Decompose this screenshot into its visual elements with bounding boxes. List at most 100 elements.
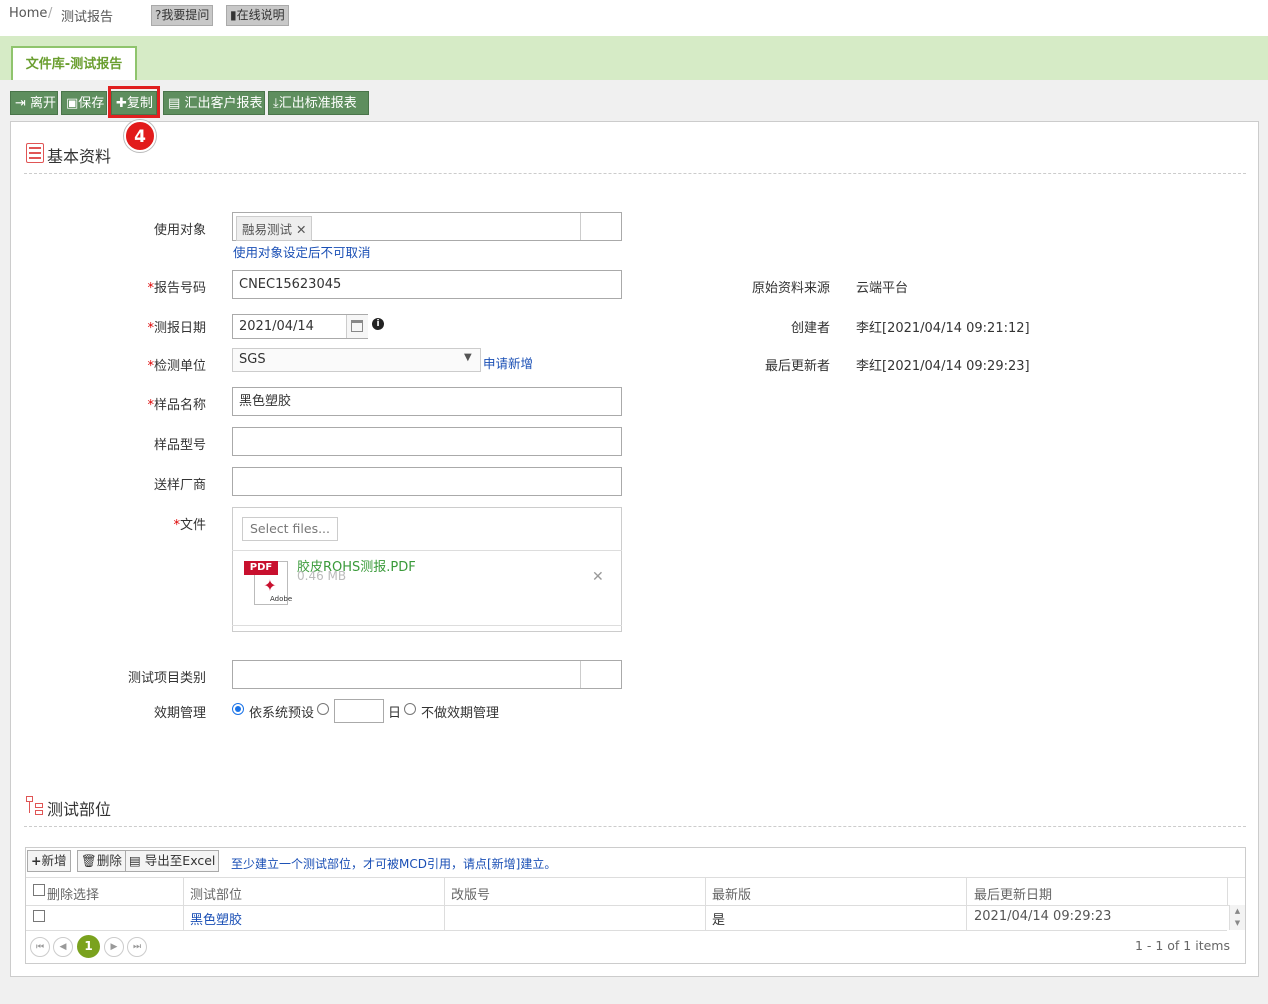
prev-page-icon[interactable]: ◀ — [53, 937, 73, 957]
next-page-icon[interactable]: ▶ — [104, 937, 124, 957]
test-category-multiselect[interactable] — [232, 660, 622, 689]
validity-days-unit: 日 — [388, 706, 402, 721]
col-delete-select[interactable]: 删除选择 — [47, 884, 99, 903]
validity-days-input[interactable] — [334, 699, 384, 723]
save-button[interactable]: ▣保存 — [61, 91, 107, 115]
pdf-badge: PDF — [244, 561, 278, 575]
target-label: 使用对象 — [153, 223, 206, 238]
source-label: 原始资料来源 — [751, 281, 830, 296]
tree-icon — [26, 796, 44, 816]
creator-value: 李红[2021/04/14 09:21:12] — [856, 321, 1030, 336]
section-divider — [24, 173, 1246, 174]
leave-button[interactable]: ⇥ 离开 — [10, 91, 58, 115]
lab-select[interactable]: SGS — [232, 348, 481, 372]
report-no-label: *报告号码 — [147, 281, 206, 296]
select-all-checkbox[interactable] — [33, 884, 45, 896]
online-manual-button[interactable]: ▮在线说明 — [226, 5, 289, 26]
target-hint: 使用对象设定后不可取消 — [233, 245, 371, 260]
trash-icon: 🗑 — [81, 853, 97, 868]
ask-question-label: ?我要提问 — [155, 8, 210, 22]
updater-value: 李红[2021/04/14 09:29:23] — [856, 359, 1030, 374]
excel-icon: ▤ — [168, 96, 181, 111]
column-divider — [1227, 878, 1228, 905]
save-label: 保存 — [78, 96, 105, 111]
export-label: 导出至Excel — [144, 853, 216, 868]
section-divider — [24, 826, 1246, 827]
validity-label: 效期管理 — [153, 706, 206, 721]
adobe-icon: ✦ — [263, 576, 277, 595]
sample-model-label: 样品型号 — [153, 438, 206, 453]
col-last-updated[interactable]: 最后更新日期 — [974, 884, 1052, 903]
validity-days-radio[interactable] — [317, 703, 329, 715]
pdf-file-icon: PDF ✦ Adobe — [244, 559, 292, 607]
plus-icon: + — [31, 853, 42, 868]
sample-name-input[interactable]: 黑色塑胶 — [232, 387, 622, 416]
export-excel-button[interactable]: ▤ 导出至Excel — [125, 850, 220, 872]
close-icon[interactable]: ✕ — [296, 222, 306, 237]
col-latest[interactable]: 最新版 — [712, 884, 751, 903]
creator-label: 创建者 — [790, 321, 830, 336]
row-updated: 2021/04/14 09:29:23 — [974, 909, 1112, 924]
leave-label: 离开 — [30, 96, 57, 111]
updater-label: 最后更新者 — [764, 359, 830, 374]
col-revision[interactable]: 改版号 — [451, 884, 490, 903]
add-part-button[interactable]: +新增 — [27, 850, 71, 872]
upload-divider — [232, 625, 622, 626]
tab-strip — [0, 36, 1268, 80]
breadcrumb-separator: / — [48, 6, 53, 21]
pager-summary: 1 - 1 of 1 items — [1134, 938, 1230, 953]
grid-scrollbar[interactable]: ▲ ▼ — [1229, 905, 1245, 930]
export-customer-report-button[interactable]: ▤ 汇出客户报表 — [163, 91, 265, 115]
scroll-up-icon[interactable]: ▲ — [1230, 905, 1245, 917]
calendar-icon[interactable] — [346, 315, 368, 338]
info-icon[interactable]: i — [372, 318, 384, 330]
delete-label: 删除 — [96, 853, 122, 868]
upload-divider — [232, 550, 622, 551]
parts-section-title: 测试部位 — [47, 800, 112, 819]
validity-none-label: 不做效期管理 — [421, 706, 500, 721]
sample-model-input[interactable] — [232, 427, 622, 456]
row-latest: 是 — [712, 913, 726, 928]
lab-label: *检测单位 — [147, 359, 206, 374]
validity-default-radio[interactable] — [232, 703, 244, 715]
field-divider — [580, 213, 581, 240]
source-value: 云端平台 — [856, 281, 909, 296]
field-divider — [580, 661, 581, 688]
first-page-icon[interactable]: ⏮ — [30, 937, 50, 957]
parts-hint: 至少建立一个测试部位，才可被MCD引用，请点[新增]建立。 — [231, 857, 557, 871]
file-label: *文件 — [173, 518, 206, 533]
basic-section-title: 基本资料 — [47, 147, 112, 166]
tab-test-report[interactable]: 文件库-测试报告 — [11, 46, 137, 80]
row-part-link[interactable]: 黑色塑胶 — [190, 909, 242, 928]
add-label: 新增 — [41, 853, 67, 868]
file-size: 0.46 MB — [297, 569, 347, 583]
breadcrumb-home[interactable]: Home — [9, 6, 47, 21]
list-icon — [26, 143, 44, 163]
floppy-icon: ▣ — [66, 96, 79, 111]
select-files-button[interactable]: Select files... — [242, 517, 339, 541]
exit-icon: ⇥ — [15, 96, 26, 111]
chevron-down-icon[interactable]: ▼ — [464, 352, 472, 363]
export-standard-label: 汇出标准报表 — [278, 96, 357, 111]
tab-label: 文件库-测试报告 — [25, 57, 123, 72]
sample-name-label: *样品名称 — [147, 398, 206, 413]
last-page-icon[interactable]: ⏭ — [127, 937, 147, 957]
ask-question-button[interactable]: ?我要提问 — [151, 5, 214, 26]
remove-file-icon[interactable]: ✕ — [592, 569, 604, 585]
col-test-part[interactable]: 测试部位 — [190, 884, 242, 903]
row-select-checkbox[interactable] — [33, 910, 45, 922]
book-icon: ▮ — [230, 8, 237, 22]
scroll-down-icon[interactable]: ▼ — [1230, 917, 1245, 929]
report-date-label: *测报日期 — [147, 321, 206, 336]
page-number-current[interactable]: 1 — [77, 935, 100, 958]
report-no-input[interactable]: CNEC15623045 — [232, 270, 622, 299]
validity-none-radio[interactable] — [404, 703, 416, 715]
delete-part-button[interactable]: 🗑删除 — [77, 850, 126, 872]
step-badge: 4 — [124, 120, 156, 152]
export-customer-label: 汇出客户报表 — [184, 96, 263, 111]
target-chip-label: 融易测试 — [242, 222, 293, 237]
vendor-label: 送样厂商 — [153, 478, 206, 493]
apply-new-lab-link[interactable]: 申请新增 — [483, 353, 533, 372]
export-standard-report-button[interactable]: ⤓汇出标准报表 — [268, 91, 369, 115]
vendor-input[interactable] — [232, 467, 622, 496]
